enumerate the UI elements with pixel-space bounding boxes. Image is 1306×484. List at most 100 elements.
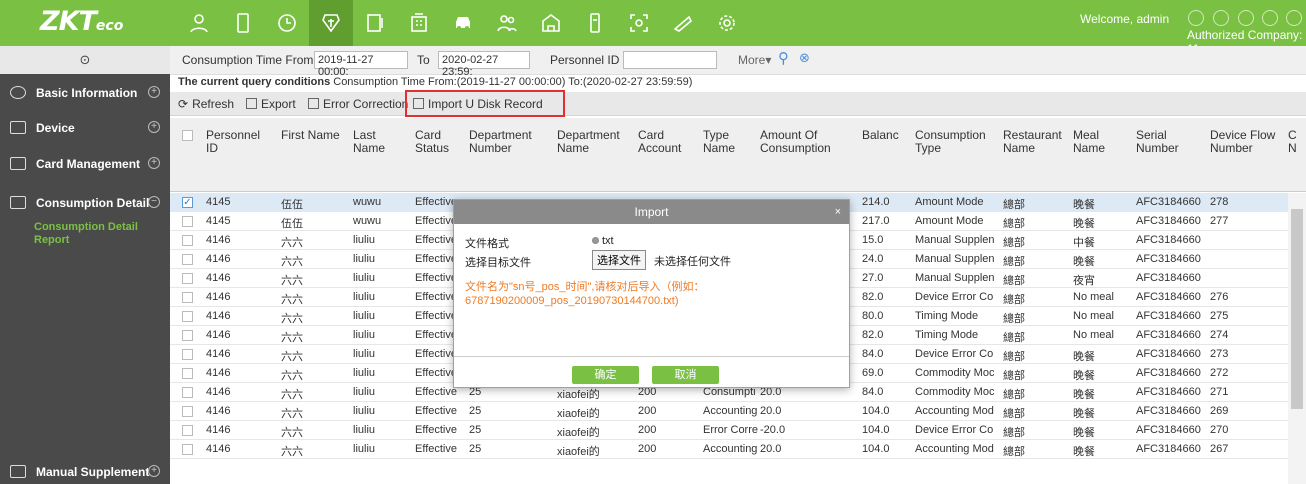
table-cell: xiaofei的 [557,446,600,458]
refresh-button[interactable]: ⟳ Refresh [178,97,234,111]
col-last-name[interactable]: Last Name [353,129,393,155]
table-cell: Error Corre [703,424,758,436]
expand-icon[interactable]: + [148,121,160,133]
table-cell: 總部 [1003,275,1025,287]
hotel-icon[interactable] [529,0,573,46]
clear-icon[interactable]: ⊗ [799,50,810,66]
more-dropdown[interactable]: More▾ [738,53,771,67]
table-cell: 276 [1210,291,1229,303]
expand-icon[interactable]: + [148,465,160,477]
cancel-button[interactable]: 取消 [652,366,719,384]
personnel-id-input[interactable] [623,51,717,69]
select-all-checkbox[interactable] [182,130,193,141]
vertical-scrollbar[interactable] [1288,193,1306,484]
table-cell: 晚餐 [1073,427,1095,439]
scan-icon[interactable] [353,0,397,46]
row-checkbox[interactable] [182,387,193,398]
close-icon[interactable]: × [835,200,841,224]
row-checkbox[interactable] [182,254,193,265]
collapse-sidebar-button[interactable]: ⊙ [0,46,170,74]
sidebar-item-device[interactable]: Device + [0,113,170,143]
row-checkbox[interactable] [182,349,193,360]
row-checkbox[interactable]: ✓ [182,197,193,208]
clock-icon[interactable] [265,0,309,46]
row-checkbox[interactable] [182,425,193,436]
col-card-account[interactable]: Card Account [638,129,683,155]
ok-button[interactable]: 确定 [572,366,639,384]
row-checkbox[interactable] [182,444,193,455]
col-meal-name[interactable]: Meal Name [1073,129,1113,155]
table-cell: 總部 [1003,427,1025,439]
face-icon[interactable] [617,0,661,46]
table-cell: 84.0 [862,386,884,398]
col-serial-number[interactable]: Serial Number [1136,129,1186,155]
col-department-name[interactable]: Department Name [557,129,627,155]
elevator-icon[interactable] [573,0,617,46]
settings-icon[interactable] [705,0,749,46]
sidebar-item-consumption-detail[interactable]: Consumption Detail − [0,188,170,218]
card-icon[interactable] [221,0,265,46]
scrollbar-thumb[interactable] [1291,209,1303,409]
table-cell: liuliu [353,367,376,379]
table-cell: AFC3184660 [1136,215,1201,227]
expand-icon[interactable]: + [148,86,160,98]
col-type-name[interactable]: Type Name [703,129,743,155]
table-cell: AFC3184660 [1136,253,1201,265]
row-checkbox[interactable] [182,216,193,227]
table-row[interactable]: 4146 六六 liuliu Effective 25 xiaofei的 200 Error … [170,421,1288,440]
time-to-input[interactable]: 2020-02-27 23:59: [438,51,530,78]
error-correction-button[interactable]: Error Correction [308,97,408,111]
export-button[interactable]: Export [246,97,296,111]
settings-small-icon[interactable] [1188,10,1204,26]
time-from-input[interactable]: 2019-11-27 00:00: [314,51,408,78]
row-checkbox[interactable] [182,311,193,322]
people-icon[interactable] [485,0,529,46]
col-consumption-type[interactable]: Consumption Type [915,129,990,155]
expand-icon[interactable]: + [148,157,160,169]
car-icon[interactable] [441,0,485,46]
sidebar-item-basic-information[interactable]: Basic Information + [0,78,170,108]
sidebar-subitem-consumption-detail-report[interactable]: Consumption Detail Report [34,221,164,247]
col-first-name[interactable]: First Name [281,129,341,142]
error-correction-icon [308,98,319,109]
sidebar-item-card-management[interactable]: Card Management + [0,149,170,179]
table-cell: 27.0 [862,272,884,284]
building-icon[interactable] [397,0,441,46]
row-checkbox[interactable] [182,368,193,379]
consumption-icon[interactable] [309,0,353,46]
file-input[interactable]: 选择文件 [592,250,646,270]
choose-file-button[interactable]: 选择文件 [592,250,646,270]
table-cell: 總部 [1003,218,1025,230]
row-checkbox[interactable] [182,273,193,284]
patrol-icon[interactable] [661,0,705,46]
col-department-number[interactable]: Department Number [469,129,539,155]
col-balance[interactable]: Balanc [862,129,907,142]
table-row[interactable]: 4146 六六 liuliu Effective 25 xiaofei的 200 Accoun… [170,440,1288,459]
person-icon[interactable] [177,0,221,46]
search-icon[interactable]: ⚲ [778,49,789,67]
report-icon [10,196,26,209]
collapse-icon[interactable]: − [148,196,160,208]
user-icon[interactable] [1213,10,1229,26]
col-cut-off[interactable]: C N [1288,129,1300,155]
row-checkbox[interactable] [182,330,193,341]
sidebar-item-manual-supplement[interactable]: Manual Supplement + [0,457,170,484]
col-device-flow-number[interactable]: Device Flow Number [1210,129,1280,155]
col-personnel-id[interactable]: Personnel ID [206,129,266,155]
col-amount[interactable]: Amount Of Consumption [760,129,845,155]
table-cell: Commodity Moc [915,386,995,398]
format-radio-txt[interactable]: txt [592,235,614,247]
table-cell: Device Error Co [915,291,994,303]
help-icon[interactable] [1262,10,1278,26]
row-checkbox[interactable] [182,235,193,246]
table-cell: 中餐 [1073,237,1095,249]
col-restaurant-name[interactable]: Restaurant Name [1003,129,1063,155]
info-icon[interactable] [1238,10,1254,26]
col-card-status[interactable]: Card Status [415,129,455,155]
row-checkbox[interactable] [182,406,193,417]
table-row[interactable]: 4146 六六 liuliu Effective 25 xiaofei的 200 Accoun… [170,402,1288,421]
row-checkbox[interactable] [182,292,193,303]
table-cell: Effective [415,405,457,417]
power-icon[interactable] [1286,10,1302,26]
table-cell: AFC3184660 [1136,424,1201,436]
